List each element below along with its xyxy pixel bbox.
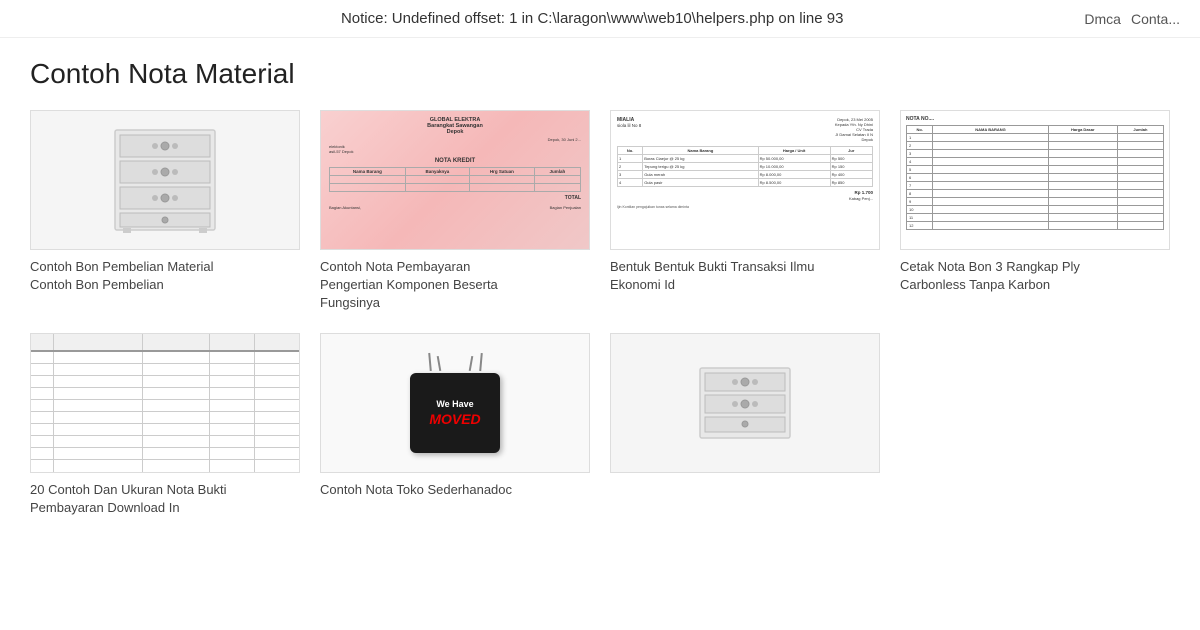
card-nota-grid: 20 Contoh Dan Ukuran Nota Bukti Pembayar…: [30, 333, 300, 517]
card-nota-pembayaran: GLOBAL ELEKTRABarangkat SawanganDepok De…: [320, 110, 590, 313]
card-caption-4: Cetak Nota Bon 3 Rangkap Ply Carbonless …: [900, 258, 1170, 294]
card-caption-3: Bentuk Bentuk Bukti Transaksi Ilmu Ekono…: [610, 258, 880, 294]
moved-we-have-text: We Have: [436, 399, 473, 409]
card-caption-1: Contoh Bon Pembelian Material Contoh Bon…: [30, 258, 300, 294]
drawer-illustration: [105, 125, 225, 235]
contact-link[interactable]: Conta...: [1131, 11, 1180, 27]
nota-kredit-doc: GLOBAL ELEKTRABarangkat SawanganDepok De…: [321, 111, 589, 249]
page-title: Contoh Nota Material: [30, 58, 1170, 90]
notice-text: Notice: Undefined offset: 1 in C:\larago…: [100, 10, 1084, 27]
card-grid: Contoh Bon Pembelian Material Contoh Bon…: [30, 110, 1170, 517]
card-image-nota-grid[interactable]: [30, 333, 300, 473]
card-image-bukti[interactable]: MIALIAsiola lil No 8 Depok, 23 Mei 2005K…: [610, 110, 880, 250]
nota-grid-doc: [31, 334, 299, 472]
card-bon-pembelian: Contoh Bon Pembelian Material Contoh Bon…: [30, 110, 300, 313]
card-caption-6: Contoh Nota Toko Sederhanadoc: [320, 481, 590, 499]
card-bukti-transaksi: MIALIAsiola lil No 8 Depok, 23 Mei 2005K…: [610, 110, 880, 313]
notice-bar: Notice: Undefined offset: 1 in C:\larago…: [0, 0, 1200, 38]
nav-links: Dmca Conta...: [1084, 11, 1180, 27]
card-caption-5: 20 Contoh Dan Ukuran Nota Bukti Pembayar…: [30, 481, 300, 517]
main-content: Contoh Nota Material: [0, 38, 1200, 537]
bukti-transaksi-doc: MIALIAsiola lil No 8 Depok, 23 Mei 2005K…: [611, 111, 879, 249]
card-image-nota-bon[interactable]: NOTA NO.... No. NAMA BARANG Harga Dasar …: [900, 110, 1170, 250]
card-image-nota-kredit[interactable]: GLOBAL ELEKTRABarangkat SawanganDepok De…: [320, 110, 590, 250]
moved-sign: We Have MOVED: [410, 373, 500, 453]
card-image-drawer-bottom[interactable]: [610, 333, 880, 473]
moved-text: MOVED: [429, 411, 480, 427]
card-image-drawer[interactable]: [30, 110, 300, 250]
nota-bon-doc: NOTA NO.... No. NAMA BARANG Harga Dasar …: [901, 111, 1169, 249]
card-nota-bon: NOTA NO.... No. NAMA BARANG Harga Dasar …: [900, 110, 1170, 313]
card-drawer-bottom: [610, 333, 880, 517]
card-caption-2: Contoh Nota Pembayaran Pengertian Kompon…: [320, 258, 590, 313]
dmca-link[interactable]: Dmca: [1084, 11, 1121, 27]
drawer-bottom-illustration: [695, 363, 795, 443]
card-nota-toko: We Have MOVED Contoh Nota Toko Sederhana…: [320, 333, 590, 517]
moved-sign-container: We Have MOVED: [321, 334, 589, 472]
card-image-moved[interactable]: We Have MOVED: [320, 333, 590, 473]
